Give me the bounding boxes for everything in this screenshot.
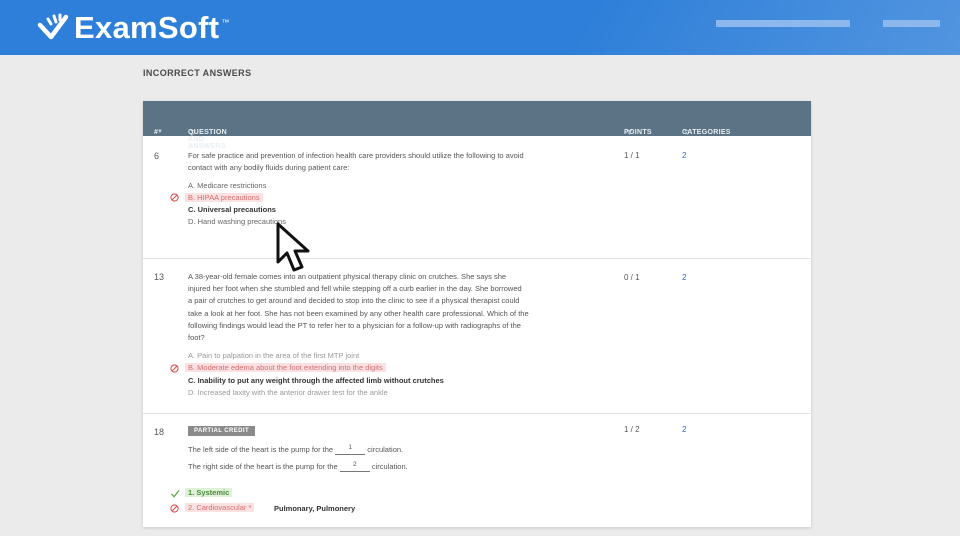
logo-trademark: ™	[221, 17, 230, 27]
table-header: # ▼ QUESTION AND ANSWERS ▽ POINTS ▽ CATEGOR…	[143, 101, 811, 150]
table-row: 13 A 38-year-old female comes into an ou…	[143, 258, 811, 414]
answer-option-selected-wrong: B. Moderate edema about the foot extendi…	[185, 363, 386, 372]
header-decoration	[564, 0, 960, 55]
question-text: For safe practice and prevention of infe…	[188, 150, 598, 174]
mouse-pointer-icon	[276, 222, 310, 272]
fill-in-line-1: The left side of the heart is the pump f…	[188, 444, 598, 458]
app-header: ExamSoft ™	[0, 0, 960, 55]
answer-option: D. Hand washing precautions	[188, 217, 286, 226]
fill-in-text: circulation.	[371, 462, 408, 471]
answer-option-correct: C. Universal precautions	[188, 205, 276, 214]
header-nav-placeholder-1[interactable]	[716, 20, 850, 27]
incorrect-icon	[170, 364, 179, 373]
table-row: 6 For safe practice and prevention of in…	[143, 136, 811, 259]
points-value: 1 / 1	[624, 151, 640, 160]
fill-in-text: The left side of the heart is the pump f…	[188, 445, 334, 454]
blank-field-2: 2	[339, 459, 370, 473]
filter-caret-icon: ▽	[685, 130, 690, 136]
header-nav-placeholder-2[interactable]	[883, 20, 940, 27]
partial-credit-badge: PARTIAL CREDIT	[188, 426, 256, 436]
logo-text: ExamSoft	[74, 10, 220, 45]
filter-caret-icon: ▽	[191, 130, 196, 136]
sort-caret-icon: ▼	[157, 129, 164, 135]
filter-caret-icon: ▽	[627, 130, 632, 136]
question-number: 13	[154, 272, 165, 282]
question-line: a pair of crutches to get around and dec…	[188, 296, 520, 306]
question-line: foot?	[188, 333, 205, 343]
question-line: injured her foot when she stumbled and f…	[188, 284, 522, 294]
points-value: 0 / 1	[624, 273, 640, 282]
categories-link[interactable]: 2	[682, 425, 686, 434]
question-number: 6	[154, 151, 160, 161]
categories-link[interactable]: 2	[682, 273, 686, 282]
answer-correct: 1. Systemic	[185, 488, 233, 497]
incorrect-icon	[170, 504, 179, 513]
answer-option-selected-wrong: B. HIPAA precautions	[185, 193, 263, 202]
fill-in-text: circulation.	[367, 445, 404, 454]
question-line: take a look at her foot. She has not bee…	[188, 308, 529, 318]
answer-option: A. Pain to palpation in the area of the …	[188, 351, 360, 360]
question-line: contact with any bodily fluids during pa…	[188, 163, 350, 173]
answer-option: A. Medicare restrictions	[188, 181, 267, 190]
table-row: 18 PARTIAL CREDIT The left side of the h…	[143, 413, 811, 527]
question-line: For safe practice and prevention of infe…	[188, 151, 524, 160]
check-icon	[170, 489, 180, 498]
question-line: A 38-year-old female comes into an outpa…	[188, 272, 507, 281]
question-line: following findings would lead the PT to …	[188, 320, 521, 330]
incorrect-answers-table: # ▼ QUESTION AND ANSWERS ▽ POINTS ▽ CATEGOR…	[143, 101, 811, 527]
blank-field-1: 1	[335, 442, 366, 456]
examsoft-logo-icon	[37, 13, 69, 40]
fill-in-text: The right side of the heart is the pump …	[188, 462, 338, 471]
fill-in-line-2: The right side of the heart is the pump …	[188, 461, 598, 475]
answer-wrong: 2. Cardiovascular *	[185, 503, 255, 512]
question-number: 18	[154, 427, 165, 437]
incorrect-icon	[170, 193, 179, 202]
categories-link[interactable]: 2	[682, 151, 686, 160]
points-value: 1 / 2	[624, 425, 640, 434]
given-answer: Pulmonary, Pulmonery	[274, 504, 356, 513]
answer-option-correct: C. Inability to put any weight through t…	[188, 376, 444, 385]
section-title: INCORRECT ANSWERS	[143, 68, 252, 78]
answer-option: D. Increased laxity with the anterior dr…	[188, 388, 388, 397]
question-text: A 38-year-old female comes into an outpa…	[188, 271, 598, 344]
examsoft-logo[interactable]: ExamSoft ™	[36, 10, 229, 46]
